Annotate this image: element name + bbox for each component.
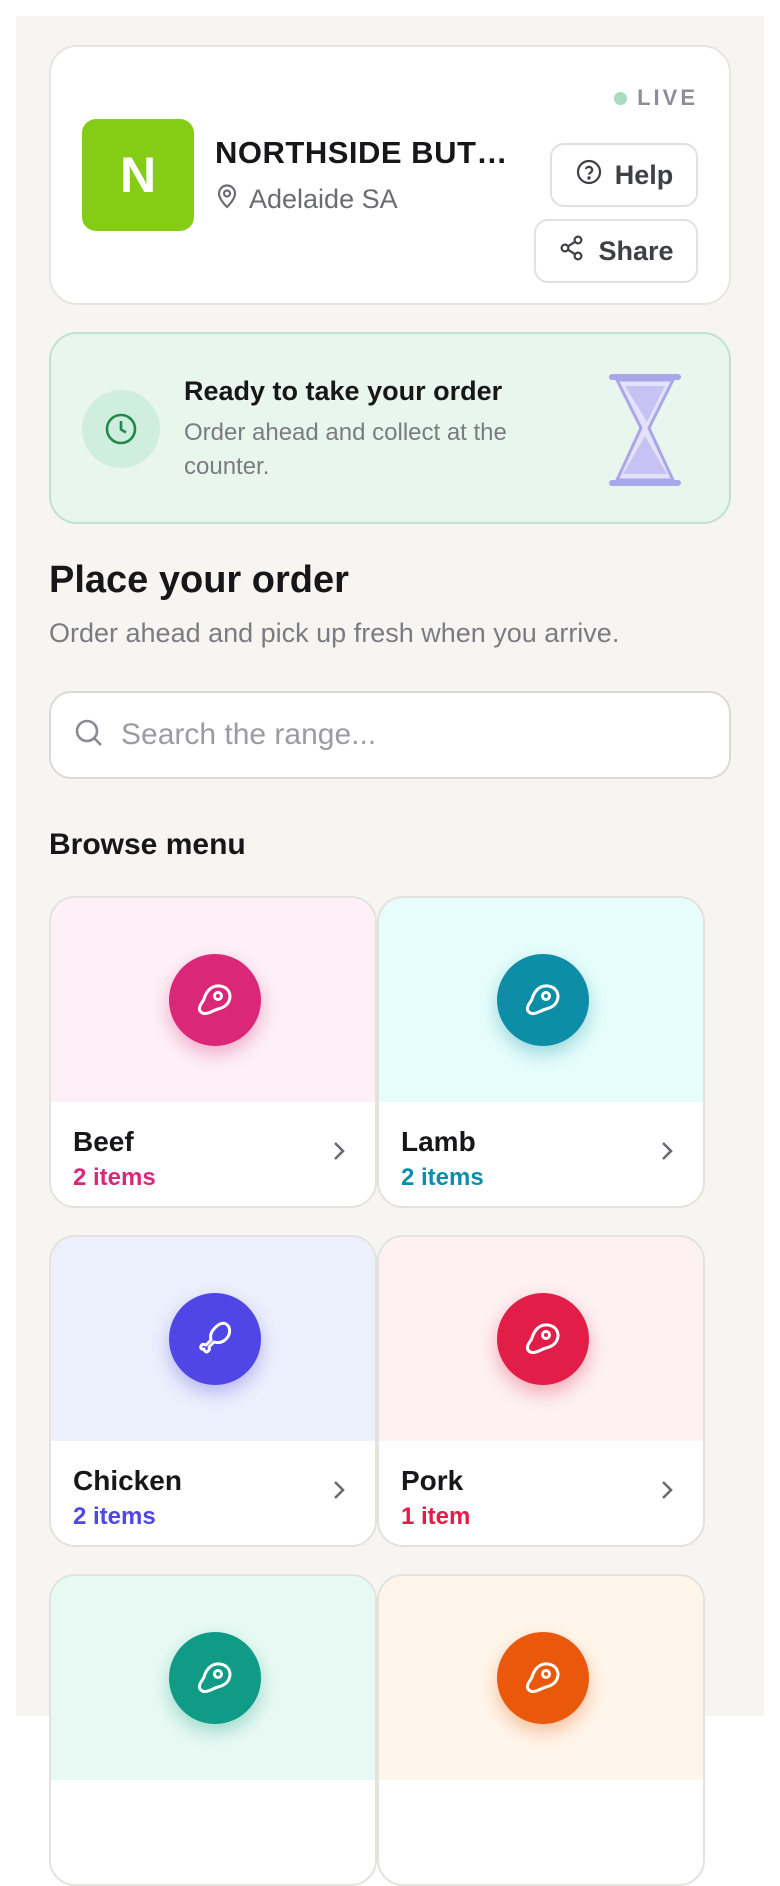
- category-item-count: 2 items: [73, 1503, 156, 1530]
- store-location: Adelaide SA: [215, 183, 398, 216]
- page-title: Place your order: [49, 559, 349, 601]
- category-banner: [379, 1576, 703, 1780]
- category-item-count: 2 items: [73, 1164, 156, 1191]
- category-banner: [51, 1576, 375, 1780]
- store-name: NORTHSIDE BUTCHERS: [215, 135, 525, 170]
- hourglass-icon: [607, 372, 683, 493]
- share-label: Share: [598, 235, 674, 266]
- category-banner: [51, 1237, 375, 1441]
- chevron-right-icon: [657, 1477, 677, 1508]
- steak-icon: [497, 1293, 589, 1385]
- page-background: N NORTHSIDE BUTCHERS Adelaide SA LIVE: [16, 16, 764, 1886]
- share-button[interactable]: Share: [534, 219, 698, 283]
- location-pin-icon: [215, 183, 239, 216]
- category-name: Pork: [401, 1465, 464, 1496]
- chevron-right-icon: [329, 1477, 349, 1508]
- store-logo: N: [82, 119, 194, 231]
- steak-icon: [169, 954, 261, 1046]
- location-text: Adelaide SA: [249, 184, 398, 214]
- category-card[interactable]: Lamb 2 items: [377, 896, 705, 1208]
- category-name: Chicken: [73, 1465, 182, 1496]
- help-circle-icon: [575, 158, 603, 193]
- steak-icon: [497, 954, 589, 1046]
- live-label: LIVE: [637, 85, 698, 110]
- live-status: LIVE: [614, 85, 698, 111]
- category-card[interactable]: Pork 1 item: [377, 1235, 705, 1547]
- browse-menu-heading: Browse menu: [49, 828, 246, 861]
- search-bar[interactable]: [49, 691, 731, 779]
- order-status-card: Ready to take your order Order ahead and…: [49, 332, 731, 524]
- chevron-right-icon: [329, 1138, 349, 1169]
- live-dot-icon: [614, 91, 628, 105]
- order-status-title: Ready to take your order: [184, 376, 503, 406]
- category-name: Lamb: [401, 1126, 476, 1157]
- steak-icon: [169, 1632, 261, 1724]
- help-label: Help: [614, 159, 674, 190]
- steak-icon: [497, 1632, 589, 1724]
- help-button[interactable]: Help: [550, 143, 698, 207]
- search-input[interactable]: [121, 718, 701, 752]
- category-banner: [379, 898, 703, 1102]
- category-banner: [51, 898, 375, 1102]
- clock-icon: [82, 390, 160, 468]
- category-banner: [379, 1237, 703, 1441]
- category-card[interactable]: Chicken 2 items: [49, 1235, 377, 1547]
- category-card[interactable]: [49, 1574, 377, 1886]
- category-item-count: 2 items: [401, 1164, 484, 1191]
- category-name: Beef: [73, 1126, 134, 1157]
- drumstick-icon: [169, 1293, 261, 1385]
- category-item-count: 1 item: [401, 1503, 471, 1530]
- chevron-right-icon: [657, 1138, 677, 1169]
- share-icon: [558, 234, 586, 269]
- category-card[interactable]: [377, 1574, 705, 1886]
- order-status-description: Order ahead and collect at the counter.: [184, 419, 507, 480]
- page-subtitle: Order ahead and pick up fresh when you a…: [49, 618, 620, 648]
- search-icon: [73, 717, 105, 754]
- category-card[interactable]: Beef 2 items: [49, 896, 377, 1208]
- store-header-card: N NORTHSIDE BUTCHERS Adelaide SA LIVE: [49, 45, 731, 305]
